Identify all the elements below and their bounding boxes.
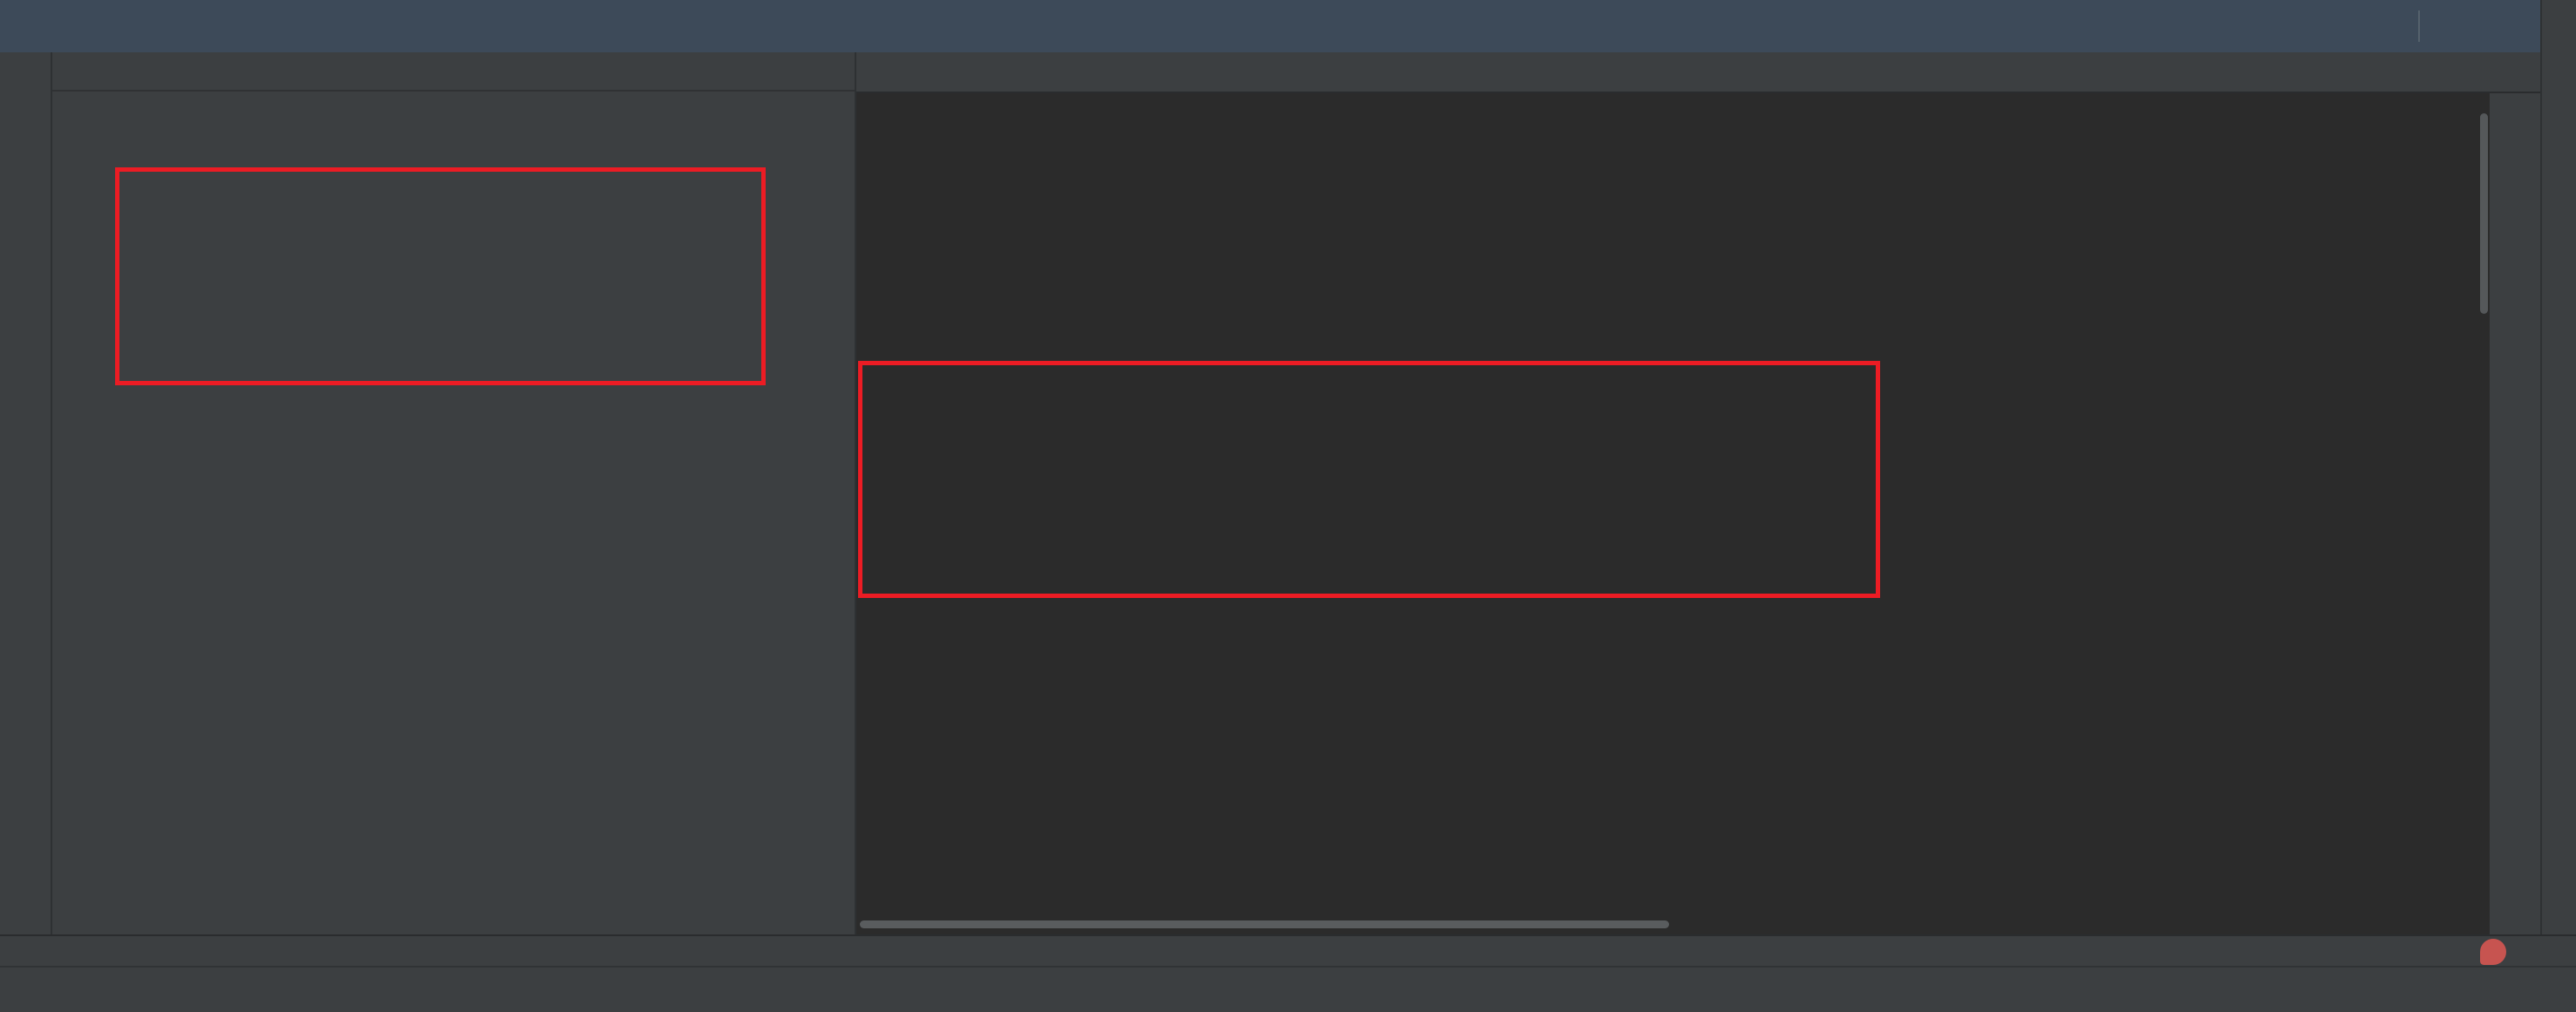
console-tab-row [856, 52, 2540, 93]
tool-window-buttons [0, 936, 23, 966]
minimize-icon[interactable] [2495, 11, 2525, 41]
titlebar-actions [2366, 0, 2525, 52]
event-log-button[interactable] [2480, 936, 2515, 968]
right-tool-window-stripe [2540, 0, 2576, 934]
layout-caret-icon[interactable] [2499, 58, 2529, 87]
status-bar [0, 966, 2576, 1012]
services-titlebar [0, 0, 2540, 52]
console-right-toolbar [2491, 93, 2540, 934]
run-debug-toolbar [0, 52, 52, 934]
gear-icon[interactable] [2443, 11, 2472, 41]
target-icon[interactable] [2366, 11, 2395, 41]
annotation-rect-tree [115, 167, 766, 385]
tool-window-bar [0, 934, 2576, 966]
notification-badge [2480, 939, 2506, 965]
divider [2418, 10, 2420, 42]
horizontal-scrollbar[interactable] [860, 920, 1669, 928]
ide-window [0, 0, 2576, 1012]
annotation-rect-log [858, 361, 1880, 598]
tree-toolbar [52, 52, 855, 92]
vertical-scrollbar[interactable] [2480, 113, 2488, 314]
